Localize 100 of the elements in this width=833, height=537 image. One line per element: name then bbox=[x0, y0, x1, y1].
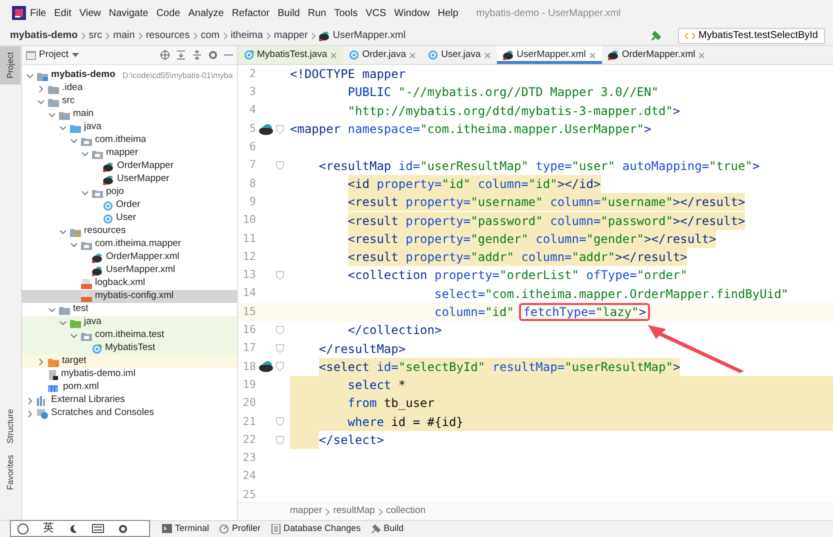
menu-item[interactable]: View bbox=[75, 4, 105, 22]
moon-icon[interactable] bbox=[68, 524, 78, 534]
menu-item[interactable]: Run bbox=[304, 4, 330, 22]
tree-item[interactable]: com.itheima bbox=[22, 134, 237, 147]
close-icon[interactable] bbox=[484, 52, 491, 58]
editor-tab[interactable]: Order.java bbox=[343, 46, 422, 64]
editor-tab[interactable]: User.java bbox=[422, 46, 497, 64]
breadcrumb-item[interactable]: collection bbox=[386, 504, 426, 519]
breadcrumb-item[interactable]: mybatis-demo bbox=[10, 28, 78, 43]
tree-item[interactable]: pom.xml bbox=[22, 381, 237, 394]
bird-icon[interactable] bbox=[259, 124, 273, 135]
bird-icon[interactable] bbox=[259, 361, 273, 372]
collapse-all-icon[interactable] bbox=[192, 50, 202, 60]
breadcrumb-item[interactable]: com bbox=[200, 28, 220, 43]
tree-item[interactable]: .idea bbox=[22, 82, 237, 95]
tree-item[interactable]: resources bbox=[22, 225, 237, 238]
menu-item[interactable]: Code bbox=[152, 4, 184, 22]
xml-file-icon bbox=[81, 292, 92, 302]
tree-item[interactable]: java bbox=[22, 121, 237, 134]
chevron-icon bbox=[80, 32, 86, 40]
fold-marker-icon[interactable] bbox=[276, 417, 284, 426]
fold-marker-icon[interactable] bbox=[276, 124, 284, 134]
breadcrumb-item[interactable]: mapper bbox=[274, 28, 308, 43]
tool-window-tab[interactable]: Project bbox=[0, 46, 21, 84]
tool-window-button[interactable]: Database Changes bbox=[270, 522, 361, 536]
breadcrumb-item[interactable]: itheima bbox=[230, 28, 263, 43]
tree-item[interactable]: test bbox=[22, 303, 237, 316]
tree-item[interactable]: com.itheima.test bbox=[22, 329, 237, 342]
editor-tab[interactable]: OrderMapper.xml bbox=[602, 46, 712, 64]
breadcrumb-item[interactable]: resources bbox=[146, 28, 190, 43]
tree-item[interactable]: External Libraries bbox=[22, 394, 237, 407]
keyboard-icon[interactable] bbox=[92, 524, 104, 533]
chevron-icon bbox=[325, 508, 330, 516]
tree-item[interactable]: src bbox=[22, 95, 237, 108]
menu-item[interactable]: Window bbox=[390, 4, 434, 22]
tree-item[interactable]: User bbox=[22, 212, 237, 225]
tree-item[interactable]: mybatis-demo D:\code\cd55\mybatis-01\myba bbox=[22, 69, 237, 82]
tree-item[interactable]: OrderMapper bbox=[22, 160, 237, 173]
close-icon[interactable] bbox=[409, 52, 416, 58]
code-line: <!DOCTYPE mapper bbox=[290, 66, 406, 84]
menu-item[interactable]: Edit bbox=[50, 4, 76, 22]
fold-marker-icon[interactable] bbox=[276, 362, 284, 372]
breadcrumb-item[interactable]: main bbox=[113, 28, 135, 43]
tool-window-tab[interactable]: Favorites bbox=[0, 449, 21, 496]
fold-marker-icon[interactable] bbox=[276, 436, 284, 445]
expand-all-icon[interactable] bbox=[176, 50, 186, 60]
line-number: 6 bbox=[248, 139, 256, 156]
menu-item[interactable]: Tools bbox=[330, 4, 362, 22]
tree-item[interactable]: main bbox=[22, 108, 237, 121]
line-number: 2 bbox=[248, 66, 256, 82]
breadcrumb-item[interactable]: src bbox=[88, 28, 102, 43]
tree-item[interactable]: Order bbox=[22, 199, 237, 212]
line-number: 21 bbox=[242, 414, 256, 430]
close-icon[interactable] bbox=[330, 52, 338, 58]
menu-item[interactable]: Analyze bbox=[184, 4, 228, 22]
tool-window-tab[interactable]: Structure bbox=[0, 402, 21, 450]
tree-item[interactable]: Scratches and Consoles bbox=[22, 407, 237, 420]
line-number: 24 bbox=[242, 468, 256, 484]
tree-item[interactable]: com.itheima.mapper bbox=[22, 238, 237, 251]
tree-item[interactable]: UserMapper bbox=[22, 173, 237, 186]
hammer-icon[interactable] bbox=[650, 30, 662, 42]
chevron-icon bbox=[310, 32, 316, 40]
code-icon bbox=[684, 32, 694, 40]
menu-item[interactable]: Help bbox=[434, 4, 462, 22]
close-icon[interactable] bbox=[588, 52, 596, 58]
fold-marker-icon[interactable] bbox=[276, 326, 284, 335]
fold-marker-icon[interactable] bbox=[276, 161, 284, 170]
menu-item[interactable]: Refactor bbox=[228, 4, 274, 22]
breadcrumb-item[interactable]: resultMap bbox=[333, 504, 375, 519]
menu-item[interactable]: Navigate bbox=[104, 4, 152, 22]
tool-window-button[interactable]: Profiler bbox=[219, 522, 261, 536]
breadcrumb-item[interactable]: mapper bbox=[290, 504, 322, 519]
tool-window-button[interactable]: Build bbox=[370, 522, 404, 536]
fold-marker-icon[interactable] bbox=[276, 270, 284, 280]
tree-item[interactable]: pojo bbox=[22, 186, 237, 199]
editor-tab[interactable]: UserMapper.xml bbox=[496, 46, 602, 64]
input-mode-button[interactable]: 英 bbox=[43, 520, 54, 537]
tree-item[interactable]: java bbox=[22, 316, 237, 329]
menu-item[interactable]: Build bbox=[274, 4, 304, 22]
line-number: 19 bbox=[242, 376, 256, 393]
fold-marker-icon[interactable] bbox=[276, 344, 284, 354]
tree-item[interactable]: mapper bbox=[22, 147, 237, 160]
bird-icon bbox=[103, 162, 114, 172]
locate-icon[interactable] bbox=[160, 50, 170, 60]
editor-tab[interactable]: MybatisTest.java bbox=[238, 46, 344, 64]
tree-item[interactable]: mybatis-config.xml bbox=[22, 290, 237, 303]
close-icon[interactable] bbox=[698, 52, 706, 58]
tree-item[interactable]: logback.xml bbox=[22, 277, 237, 290]
menu-item[interactable]: VCS bbox=[362, 4, 390, 22]
tree-item[interactable]: UserMapper.xml bbox=[22, 264, 237, 277]
menu-item[interactable]: File bbox=[26, 4, 50, 22]
tree-item[interactable]: MybatisTest bbox=[22, 342, 237, 355]
tree-item[interactable]: mybatis-demo.iml bbox=[22, 368, 237, 381]
xml-file-icon bbox=[81, 278, 92, 288]
tree-item[interactable]: target bbox=[22, 355, 237, 368]
breadcrumb-item[interactable]: UserMapper.xml bbox=[318, 28, 406, 43]
tool-window-button[interactable]: Terminal bbox=[162, 522, 210, 536]
tree-item[interactable]: OrderMapper.xml bbox=[22, 251, 237, 264]
project-view-dropdown[interactable]: Project bbox=[26, 48, 79, 62]
run-configuration-dropdown[interactable]: MybatisTest.testSelectById bbox=[678, 28, 825, 44]
